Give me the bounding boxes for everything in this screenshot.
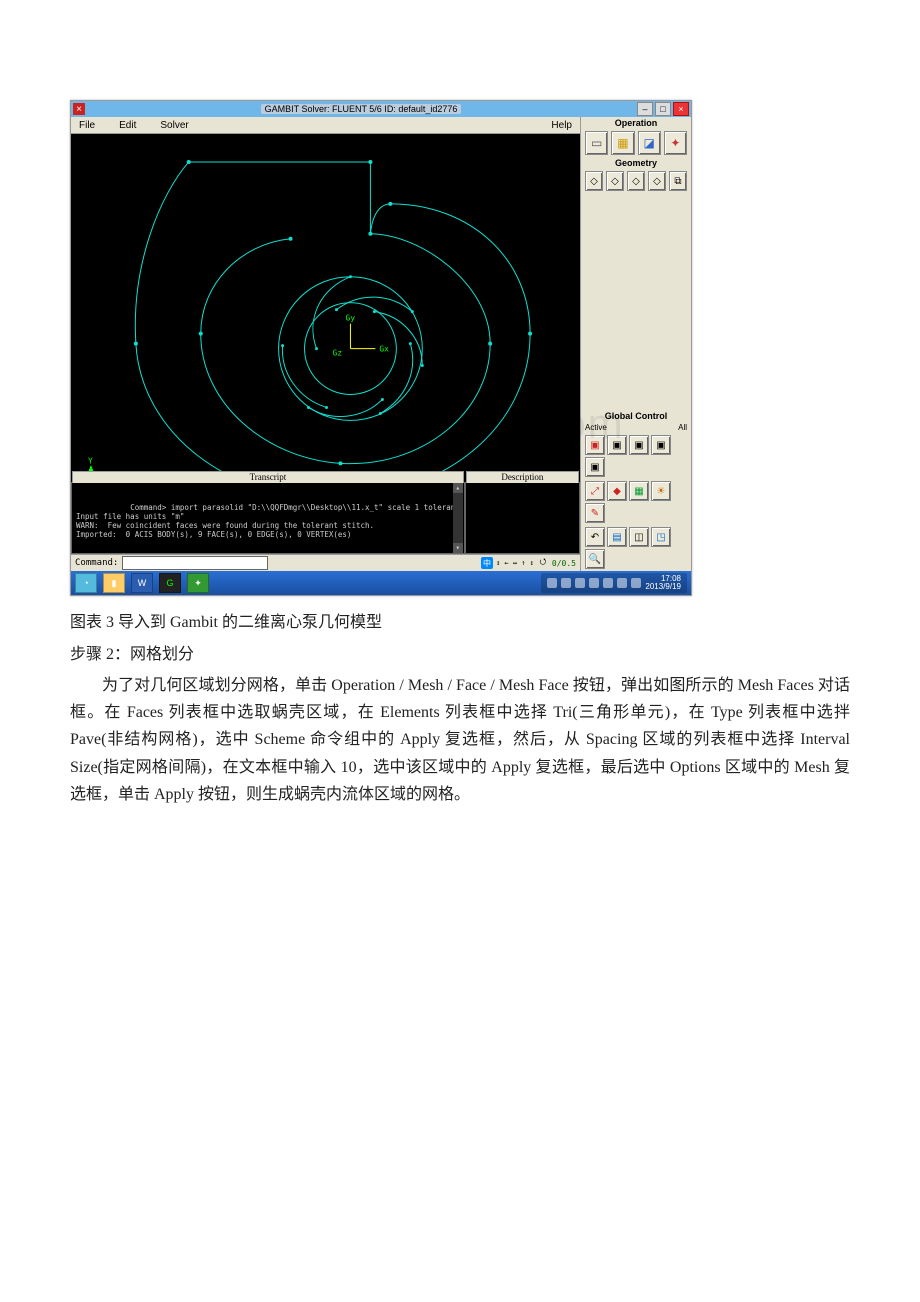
gc-annotate-button[interactable]: ✎ <box>585 503 605 523</box>
all-label: All <box>678 423 687 432</box>
operation-title: Operation <box>581 117 691 129</box>
menu-solver[interactable]: Solver <box>160 120 188 131</box>
tray-icon[interactable] <box>617 578 627 588</box>
gc-fit-button[interactable]: ⤢ <box>585 481 605 501</box>
tray-icon[interactable] <box>589 578 599 588</box>
taskbar-gambit[interactable]: G <box>159 573 181 593</box>
active-label: Active <box>585 423 607 432</box>
gc-view1-button[interactable]: ▣ <box>585 435 605 455</box>
gc-undo-button[interactable]: ↶ <box>585 527 605 547</box>
geom-face-button[interactable]: ◇ <box>627 171 645 191</box>
gc-view4-button[interactable]: ▣ <box>651 435 671 455</box>
gc-layers-button[interactable]: ▤ <box>607 527 627 547</box>
taskbar-app1[interactable]: ◔ <box>75 573 97 593</box>
minimize-button[interactable]: – <box>637 102 653 116</box>
gc-viewall-button[interactable]: ▣ <box>585 457 605 477</box>
scroll-up-icon[interactable]: ▴ <box>453 483 463 493</box>
description-title: Description <box>466 471 579 483</box>
step-heading: 步骤 2：网格划分 <box>70 640 850 664</box>
gc-select-button[interactable]: ◆ <box>607 481 627 501</box>
gc-render-button[interactable]: ◳ <box>651 527 671 547</box>
global-control-title: Global Control <box>581 410 691 422</box>
gc-examine-button[interactable]: 🔍 <box>585 549 605 569</box>
command-input[interactable] <box>122 556 268 570</box>
taskbar-app5[interactable]: ✦ <box>187 573 209 593</box>
figure-caption: 图表 3 导入到 Gambit 的二维离心泵几何模型 <box>70 608 850 632</box>
orbit-icon[interactable]: ⭯ <box>537 557 549 569</box>
menu-bar: File Edit Solver Help <box>71 117 580 134</box>
close-button[interactable]: × <box>673 102 689 116</box>
maximize-button[interactable]: □ <box>655 102 671 116</box>
tray-icon[interactable] <box>561 578 571 588</box>
window-title: GAMBIT Solver: FLUENT 5/6 ID: default_id… <box>261 104 462 114</box>
op-tools-button[interactable]: ✦ <box>664 131 687 155</box>
app-close-icon[interactable]: × <box>73 103 85 115</box>
axis-gy-label: Gy <box>345 314 355 323</box>
description-panel: Description <box>465 482 580 554</box>
gc-grid-button[interactable]: ▦ <box>629 481 649 501</box>
geometry-title: Geometry <box>581 157 691 169</box>
taskbar-clock[interactable]: 17:08 2013/9/19 <box>645 575 681 591</box>
geom-vertex-button[interactable]: ◇ <box>585 171 603 191</box>
axis-gx-label: Gx <box>379 345 389 354</box>
menu-edit[interactable]: Edit <box>119 120 136 131</box>
taskbar-date: 2013/9/19 <box>645 583 681 591</box>
body-paragraph: 为了对几何区域划分网格，单击 Operation / Mesh / Face /… <box>70 672 850 808</box>
title-bar: × GAMBIT Solver: FLUENT 5/6 ID: default_… <box>71 101 691 117</box>
scroll-down-icon[interactable]: ▾ <box>453 543 463 553</box>
op-zones-button[interactable]: ◪ <box>638 131 661 155</box>
gc-light-button[interactable]: ☀ <box>651 481 671 501</box>
command-label: Command: <box>75 558 118 568</box>
scale-indicator: 0/0.5 <box>552 557 576 569</box>
taskbar-folder[interactable]: ▮ <box>103 573 125 593</box>
nav-arrows-icon[interactable]: ↕ ← ↔ ↑ ↕ <box>496 557 534 569</box>
gc-view3-button[interactable]: ▣ <box>629 435 649 455</box>
app-window: × GAMBIT Solver: FLUENT 5/6 ID: default_… <box>70 100 692 596</box>
command-bar: Command: 中 ↕ ← ↔ ↑ ↕ ⭯ 0/0.5 <box>71 554 580 571</box>
gc-view2-button[interactable]: ▣ <box>607 435 627 455</box>
tray-icon[interactable] <box>547 578 557 588</box>
op-geometry-button[interactable]: ▭ <box>585 131 608 155</box>
right-sidebar: Operation ▭ ▦ ◪ ✦ Geometry ◇ ◇ ◇ ◇ ⧉ <box>580 117 691 571</box>
taskbar: ◔ ▮ W G ✦ 17:08 2013/9/19 <box>71 571 691 595</box>
model-viewport[interactable]: Gx Gy Gz Y X <box>71 134 580 482</box>
axis-y-label: Y <box>88 456 93 465</box>
tray-icon[interactable] <box>575 578 585 588</box>
transcript-text: Command> import parasolid "D:\\QQFDmgr\\… <box>76 503 460 539</box>
menu-help[interactable]: Help <box>551 120 572 131</box>
taskbar-word[interactable]: W <box>131 573 153 593</box>
menu-file[interactable]: File <box>79 120 95 131</box>
op-mesh-button[interactable]: ▦ <box>611 131 634 155</box>
axis-gz-label: Gz <box>332 349 342 358</box>
tray-icon[interactable] <box>603 578 613 588</box>
gc-orient-button[interactable]: ◫ <box>629 527 649 547</box>
tray-icon[interactable] <box>631 578 641 588</box>
geom-edge-button[interactable]: ◇ <box>606 171 624 191</box>
transcript-title: Transcript <box>72 471 464 483</box>
ime-indicator[interactable]: 中 <box>481 557 493 569</box>
geom-volume-button[interactable]: ◇ <box>648 171 666 191</box>
transcript-panel: Transcript Command> import parasolid "D:… <box>71 482 465 554</box>
geom-group-button[interactable]: ⧉ <box>669 171 687 191</box>
